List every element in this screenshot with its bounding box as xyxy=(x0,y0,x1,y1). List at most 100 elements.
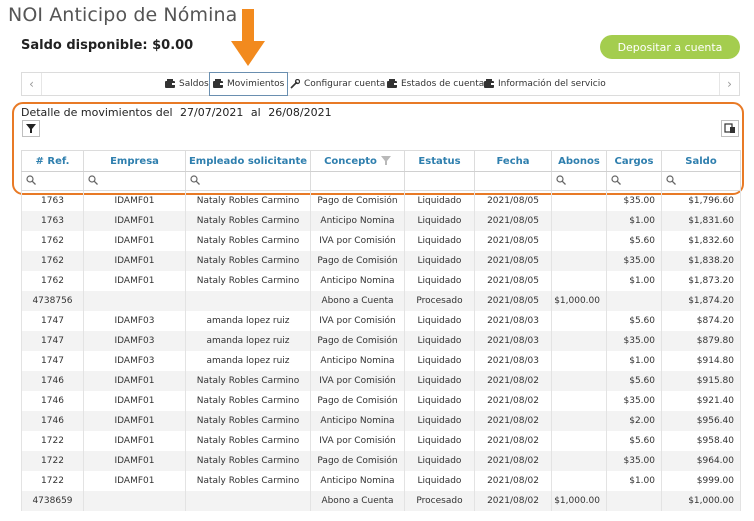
column-header-ref[interactable]: # Ref. xyxy=(21,150,84,172)
column-chooser-button[interactable] xyxy=(721,120,739,137)
column-header-concepto[interactable]: Concepto xyxy=(310,150,405,172)
tab-movimientos[interactable]: Movimientos xyxy=(209,72,289,96)
table-cell: $1,796.60 xyxy=(661,190,741,211)
table-row[interactable]: 1747 IDAMF03 amanda lopez ruiz Pago de Comi… xyxy=(21,330,741,351)
table-cell: Liquidado xyxy=(404,230,475,251)
search-icon xyxy=(190,174,200,185)
table-cell: Nataly Robles Carmino xyxy=(185,410,311,431)
table-cell: 2021/08/02 xyxy=(474,450,552,471)
table-row[interactable]: 4738659 Abono a Cuenta Procesado 2021/08/02… xyxy=(21,490,741,511)
table-cell xyxy=(606,290,662,311)
table-cell: $958.40 xyxy=(661,430,741,451)
table-cell: $1,838.20 xyxy=(661,250,741,271)
column-header-saldo[interactable]: Saldo xyxy=(661,150,741,172)
table-cell xyxy=(551,370,607,391)
table-cell: amanda lopez ruiz xyxy=(185,330,311,351)
column-header-empleado[interactable]: Empleado solicitante xyxy=(185,150,311,172)
table-row[interactable]: 1763 IDAMF01 Nataly Robles Carmino Anticipo… xyxy=(21,210,741,231)
filter-cell[interactable] xyxy=(83,171,186,191)
filter-cell xyxy=(404,171,475,191)
table-row[interactable]: 1762 IDAMF01 Nataly Robles Carmino Pago de … xyxy=(21,250,741,271)
table-cell: 1747 xyxy=(21,330,84,351)
table-cell: $1,873.20 xyxy=(661,270,741,291)
filter-cell[interactable] xyxy=(551,171,607,191)
table-cell: Liquidado xyxy=(404,210,475,231)
table-cell: amanda lopez ruiz xyxy=(185,350,311,371)
filter-cell[interactable] xyxy=(606,171,662,191)
column-header-empresa[interactable]: Empresa xyxy=(83,150,186,172)
table-cell: Liquidado xyxy=(404,350,475,371)
table-cell: Nataly Robles Carmino xyxy=(185,470,311,491)
table-cell: 2021/08/02 xyxy=(474,430,552,451)
table-cell: IDAMF01 xyxy=(83,450,186,471)
table-cell: 2021/08/05 xyxy=(474,210,552,231)
table-cell: 1763 xyxy=(21,190,84,211)
wallet-icon xyxy=(213,79,223,88)
table-cell: $35.00 xyxy=(606,250,662,271)
tab-estados-de-cuenta[interactable]: Estados de cuenta xyxy=(384,73,487,95)
app-title: NOI Anticipo de Nómina xyxy=(8,4,238,26)
filter-cell[interactable] xyxy=(21,171,84,191)
deposit-button[interactable]: Depositar a cuenta xyxy=(600,35,740,59)
table-row[interactable]: 1763 IDAMF01 Nataly Robles Carmino Pago de … xyxy=(21,190,741,211)
table-row[interactable]: 1746 IDAMF01 Nataly Robles Carmino Anticipo… xyxy=(21,410,741,431)
table-cell xyxy=(551,390,607,411)
table-cell: Liquidado xyxy=(404,390,475,411)
table-row[interactable]: 1762 IDAMF01 Nataly Robles Carmino Anticipo… xyxy=(21,270,741,291)
table-cell xyxy=(551,270,607,291)
column-header-fecha[interactable]: Fecha xyxy=(474,150,552,172)
column-filter-icon[interactable] xyxy=(380,156,391,165)
tab-scroll-right-icon[interactable]: › xyxy=(719,73,739,95)
table-row[interactable]: 1722 IDAMF01 Nataly Robles Carmino IVA por … xyxy=(21,430,741,451)
table-cell: $1.00 xyxy=(606,270,662,291)
table-cell: 1746 xyxy=(21,410,84,431)
table-cell: 1747 xyxy=(21,310,84,331)
tab-saldos[interactable]: Saldos xyxy=(162,73,212,95)
table-row[interactable]: 1762 IDAMF01 Nataly Robles Carmino IVA por … xyxy=(21,230,741,251)
range-connector: al xyxy=(250,106,261,119)
filter-cell[interactable] xyxy=(185,171,311,191)
column-header-abonos[interactable]: Abonos xyxy=(551,150,607,172)
table-cell: 2021/08/05 xyxy=(474,250,552,271)
table-row[interactable]: 4738756 Abono a Cuenta Procesado 2021/08/05… xyxy=(21,290,741,311)
tab-configurar-cuenta[interactable]: Configurar cuenta xyxy=(287,73,388,95)
table-cell: 1722 xyxy=(21,450,84,471)
table-row[interactable]: 1746 IDAMF01 Nataly Robles Carmino Pago de … xyxy=(21,390,741,411)
table-cell: 1762 xyxy=(21,270,84,291)
table-cell: $5.60 xyxy=(606,230,662,251)
table-cell: Nataly Robles Carmino xyxy=(185,390,311,411)
tab-label: Saldos xyxy=(179,79,209,89)
table-cell: IDAMF01 xyxy=(83,230,186,251)
table-cell: 2021/08/02 xyxy=(474,410,552,431)
table-row[interactable]: 1722 IDAMF01 Nataly Robles Carmino Pago de … xyxy=(21,450,741,471)
table-row[interactable]: 1746 IDAMF01 Nataly Robles Carmino IVA por … xyxy=(21,370,741,391)
table-row[interactable]: 1747 IDAMF03 amanda lopez ruiz Anticipo Nom… xyxy=(21,350,741,371)
search-icon xyxy=(88,174,98,185)
tab-informacion-del-servicio[interactable]: Información del servicio xyxy=(481,73,609,95)
wrench-icon xyxy=(290,78,300,89)
table-cell xyxy=(551,350,607,371)
table-cell: $2.00 xyxy=(606,410,662,431)
table-cell: 2021/08/05 xyxy=(474,230,552,251)
filter-row xyxy=(21,171,741,191)
table-cell: $1,874.20 xyxy=(661,290,741,311)
search-icon xyxy=(666,174,676,185)
table-cell: $874.20 xyxy=(661,310,741,331)
wallet-icon xyxy=(387,79,397,88)
tab-scroll-left-icon[interactable]: ‹ xyxy=(22,73,42,95)
table-cell: 2021/08/02 xyxy=(474,370,552,391)
tab-label: Estados de cuenta xyxy=(401,79,485,89)
table-row[interactable]: 1722 IDAMF01 Nataly Robles Carmino Anticipo… xyxy=(21,470,741,491)
table-cell: Liquidado xyxy=(404,250,475,271)
table-cell: 1722 xyxy=(21,470,84,491)
table-cell xyxy=(83,490,186,511)
column-header-estatus[interactable]: Estatus xyxy=(404,150,475,172)
table-cell xyxy=(551,410,607,431)
filter-cell[interactable] xyxy=(661,171,741,191)
table-cell: Liquidado xyxy=(404,190,475,211)
table-cell: IDAMF01 xyxy=(83,190,186,211)
filter-button[interactable] xyxy=(22,120,40,137)
column-header-cargos[interactable]: Cargos xyxy=(606,150,662,172)
table-row[interactable]: 1747 IDAMF03 amanda lopez ruiz IVA por Comi… xyxy=(21,310,741,331)
table-cell: 1747 xyxy=(21,350,84,371)
